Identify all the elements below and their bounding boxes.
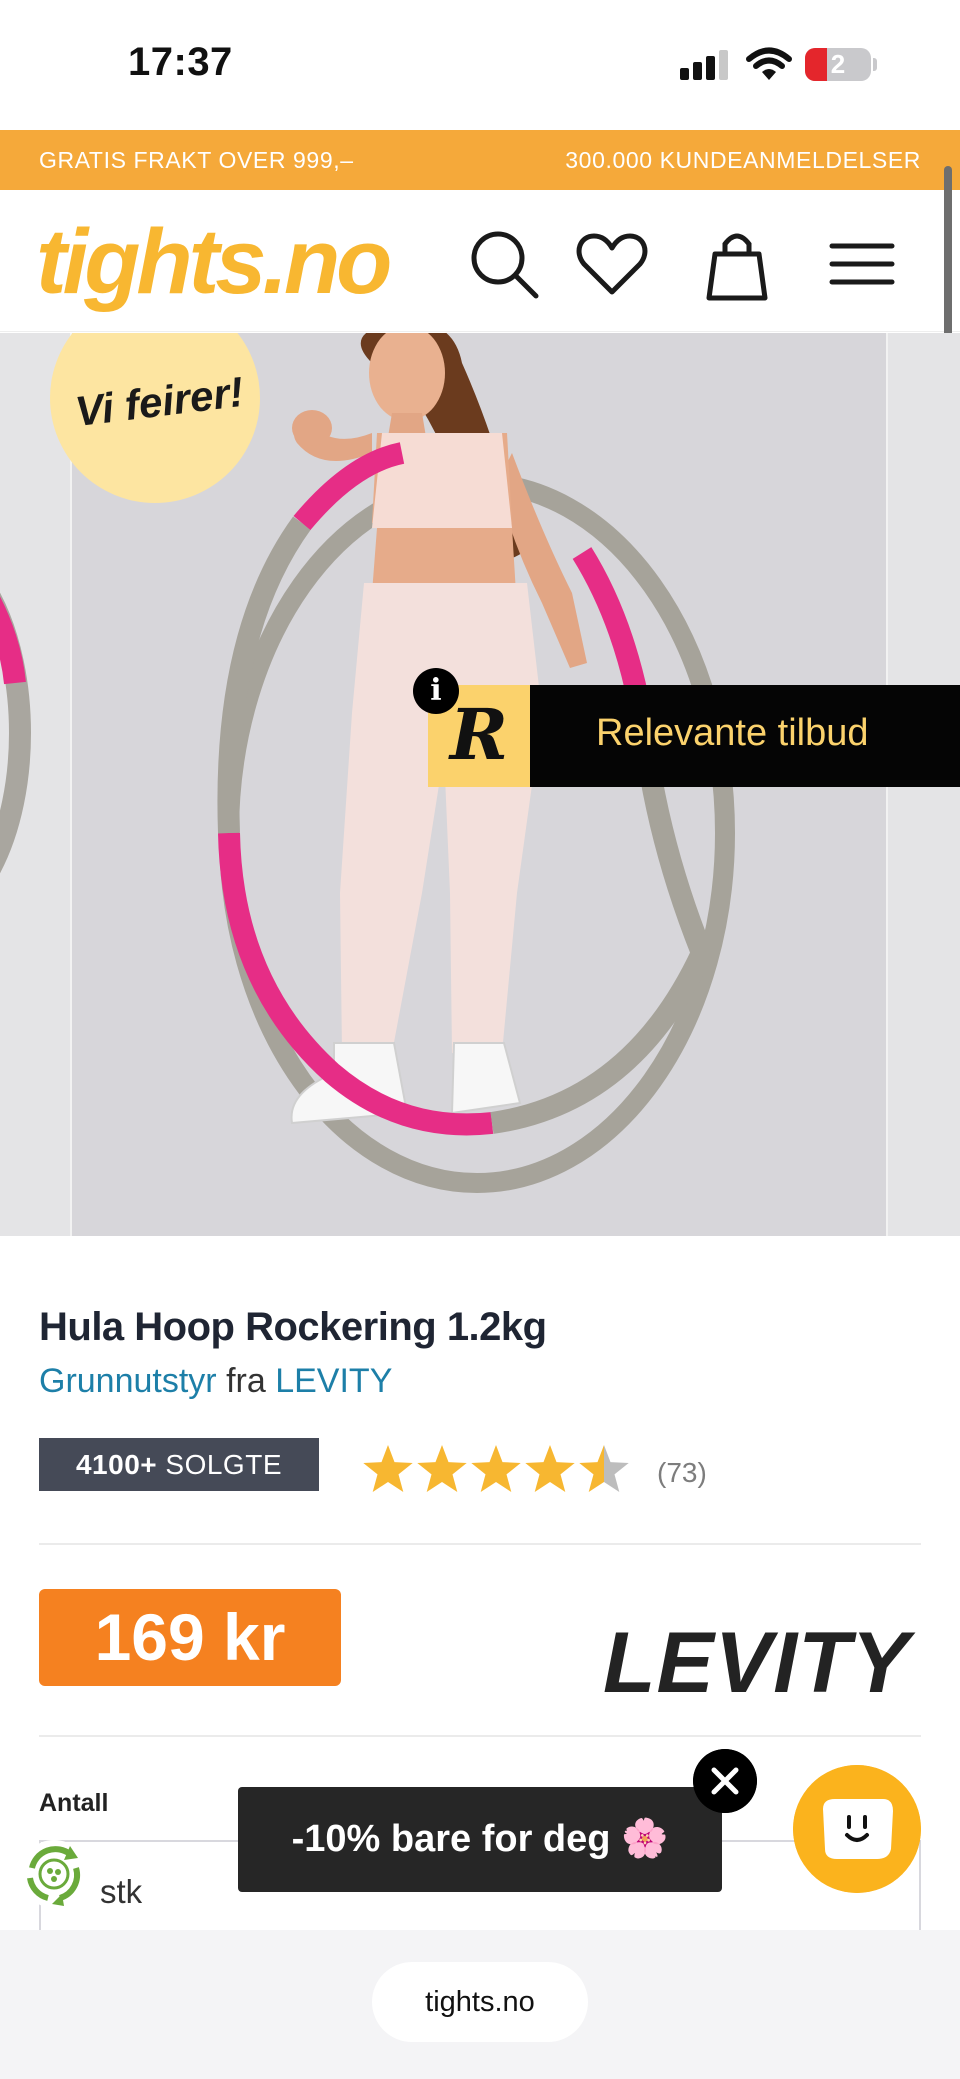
relevant-offers-label[interactable]: Relevante tilbud	[596, 712, 869, 755]
wifi-icon	[746, 47, 792, 80]
product-title: Hula Hoop Rockering 1.2kg	[39, 1305, 547, 1349]
chat-icon[interactable]	[793, 1765, 921, 1893]
signal-icon	[680, 50, 730, 80]
from-word: fra	[226, 1362, 266, 1400]
close-icon[interactable]	[693, 1749, 757, 1813]
heart-icon[interactable]	[574, 226, 650, 302]
promo-free-shipping[interactable]: GRATIS FRAKT OVER 999,–	[39, 147, 354, 174]
product-subtitle: Grunnutstyr fra LEVITY	[39, 1362, 392, 1401]
star-icon	[525, 1445, 575, 1492]
battery-icon: 2	[805, 48, 871, 81]
menu-icon[interactable]	[824, 226, 900, 302]
battery-level: 2	[830, 49, 846, 79]
bag-icon[interactable]	[699, 226, 775, 302]
discount-popup-text[interactable]: -10% bare for deg 🌸	[238, 1787, 722, 1892]
promo-bar: GRATIS FRAKT OVER 999,– 300.000 KUNDEANM…	[0, 130, 960, 190]
brand-link[interactable]: LEVITY	[275, 1362, 392, 1400]
status-time: 17:37	[128, 40, 233, 84]
sold-count-badge: 4100+ SOLGTE	[39, 1438, 319, 1491]
star-icon	[579, 1445, 629, 1492]
divider-top	[39, 1543, 921, 1545]
search-icon[interactable]	[466, 226, 542, 302]
promo-reviews[interactable]: 300.000 KUNDEANMELDELSER	[565, 147, 921, 174]
info-icon[interactable]: i	[413, 668, 459, 714]
page-scrollbar[interactable]	[944, 166, 952, 356]
status-bar: 17:37 2	[0, 0, 960, 130]
recycle-icon[interactable]	[18, 1838, 90, 1910]
battery-tip	[873, 58, 877, 71]
rating-stars[interactable]	[360, 1443, 630, 1499]
brand-logo[interactable]: LEVITY	[603, 1614, 910, 1713]
quantity-value[interactable]: stk	[100, 1873, 142, 1911]
star-icon	[417, 1445, 467, 1492]
star-icon	[471, 1445, 521, 1492]
star-icon	[363, 1445, 413, 1492]
review-count[interactable]: (73)	[657, 1457, 707, 1489]
address-bar[interactable]: tights.no	[372, 1962, 588, 2042]
divider-bottom	[39, 1735, 921, 1737]
site-logo[interactable]: tights.no	[36, 210, 392, 315]
price-badge: 169 kr	[39, 1589, 341, 1686]
category-link[interactable]: Grunnutstyr	[39, 1362, 217, 1400]
quantity-label: Antall	[39, 1789, 109, 1817]
celebration-badge-text: Vi feirer!	[72, 367, 247, 436]
sold-count: 4100+	[75, 1449, 158, 1480]
discount-popup[interactable]: -10% bare for deg 🌸	[238, 1787, 722, 1892]
site-header: tights.no	[0, 190, 960, 332]
sold-label: SOLGTE	[165, 1449, 282, 1480]
previous-image-peek[interactable]	[0, 523, 50, 943]
